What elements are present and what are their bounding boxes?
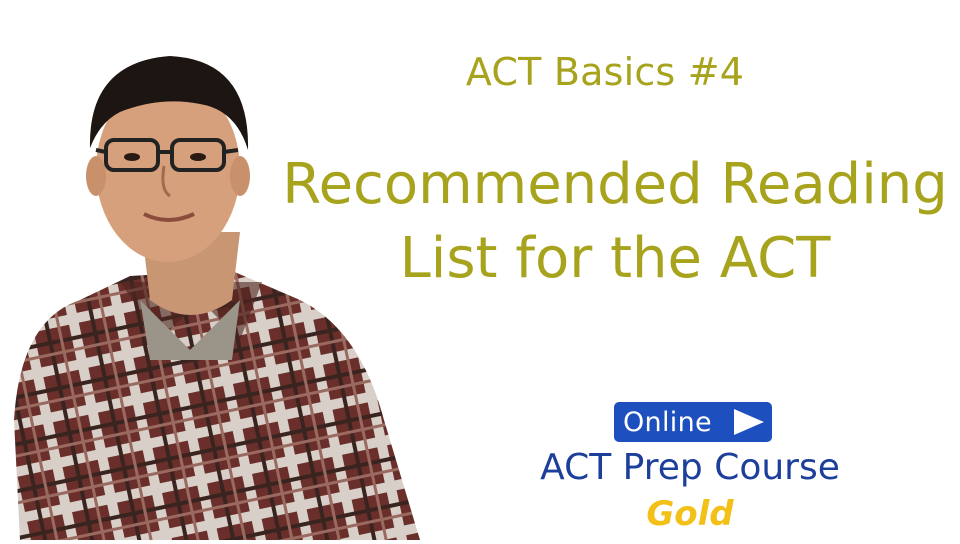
- course-logo: Online ACT Prep Course Gold: [500, 400, 880, 538]
- play-icon: [734, 409, 764, 435]
- online-badge-label: Online: [623, 406, 712, 438]
- slide-title-line-1: Recommended Reading: [282, 152, 948, 217]
- course-tier: Gold: [646, 494, 734, 534]
- course-name: ACT Prep Course: [540, 447, 840, 488]
- slide-title: Recommended Reading List for the ACT: [280, 148, 950, 296]
- slide-title-line-2: List for the ACT: [399, 226, 831, 291]
- slide-subtitle: ACT Basics #4: [465, 50, 745, 94]
- online-badge: Online: [614, 402, 772, 442]
